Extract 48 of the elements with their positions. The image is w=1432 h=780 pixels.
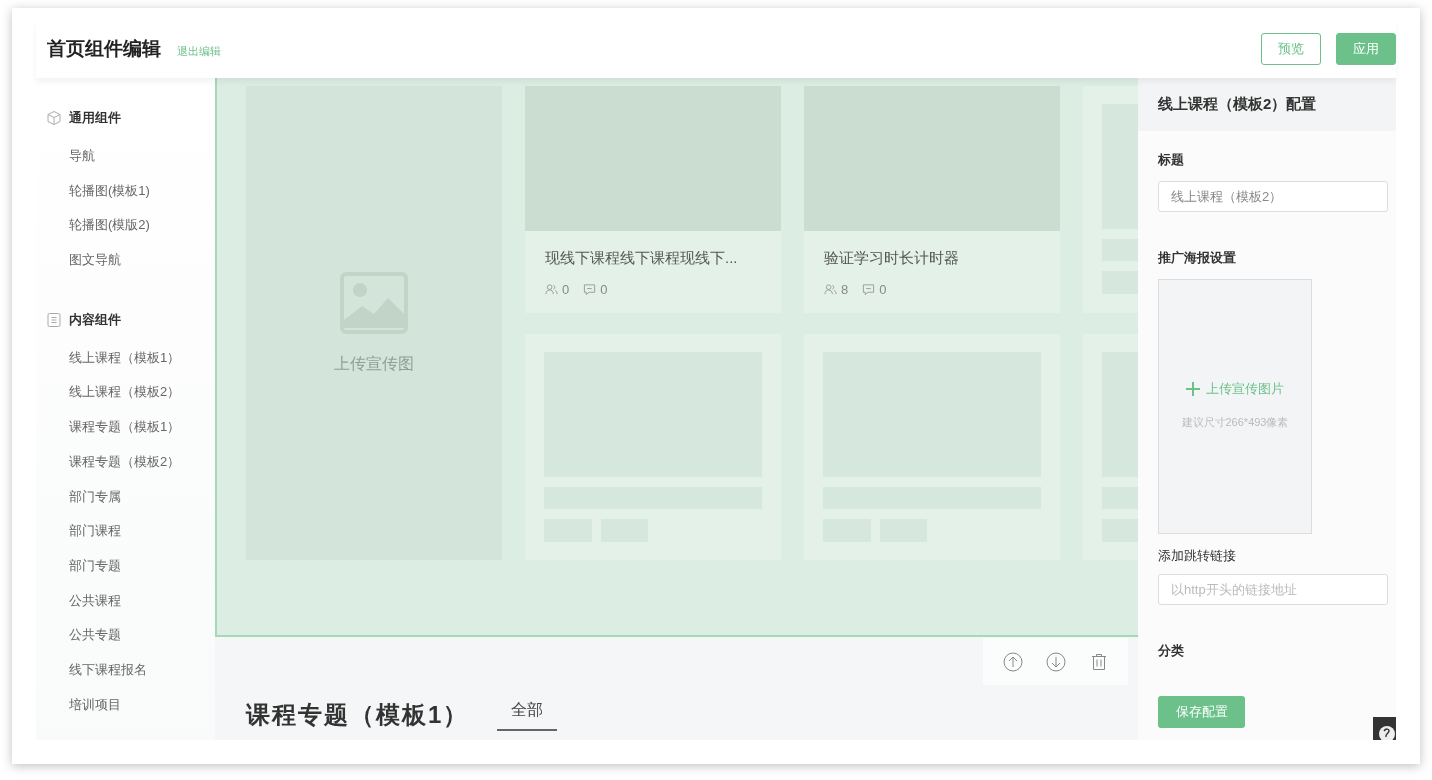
group-title: 通用组件 (69, 109, 121, 127)
users-icon (824, 283, 837, 296)
section-title: 课程专题（模板1） (246, 700, 470, 730)
learner-count: 0 (562, 282, 570, 297)
learner-count: 8 (841, 282, 849, 297)
comment-icon (862, 283, 876, 296)
component-item[interactable]: 线上课程（模板2） (36, 384, 215, 420)
course-card[interactable]: 验证学习时长计时器 8 0 (804, 86, 1060, 313)
course-title: 验证学习时长计时器 (824, 249, 960, 268)
component-item[interactable]: 图文导航 (36, 252, 215, 287)
course-card[interactable]: 现线下课程线下课程现线下... 0 0 (525, 86, 781, 313)
component-item[interactable]: 轮播图(模版2) (36, 217, 215, 253)
link-input[interactable]: 以http开头的链接地址 (1158, 574, 1388, 605)
field-label: 添加跳转链接 (1158, 547, 1237, 565)
field-label: 分类 (1158, 642, 1185, 660)
component-item[interactable]: 部门课程 (36, 523, 215, 558)
move-up-icon[interactable] (1002, 651, 1023, 672)
page-title: 首页组件编辑 (47, 37, 161, 61)
component-item[interactable]: 培训项目 (36, 696, 215, 732)
move-down-icon[interactable] (1045, 651, 1066, 672)
component-item[interactable]: 线下课程报名 (36, 661, 215, 697)
component-item[interactable]: 课程专题（模板1） (36, 419, 215, 454)
component-item[interactable]: 部门专题 (36, 557, 215, 593)
comment-icon (583, 283, 597, 296)
poster-label: 上传宣传图 (334, 353, 414, 374)
document-icon (46, 311, 62, 328)
component-item[interactable]: 课程专题（模板2） (36, 453, 215, 489)
field-label: 标题 (1158, 151, 1185, 169)
title-input[interactable]: 线上课程（模板2） (1158, 181, 1388, 212)
component-item[interactable]: 公共专题 (36, 627, 215, 662)
plus-icon (1186, 382, 1200, 396)
cube-icon (46, 110, 62, 126)
comment-count: 0 (879, 282, 887, 297)
group-title: 内容组件 (69, 310, 121, 329)
config-title: 线上课程（模板2）配置 (1138, 78, 1396, 131)
component-item[interactable]: 导航 (36, 148, 215, 183)
course-title: 现线下课程线下课程现线下... (545, 249, 739, 268)
component-item[interactable]: 部门专属 (36, 488, 215, 524)
upload-label: 上传宣传图片 (1206, 380, 1284, 398)
filter-tab[interactable]: 全部 (497, 700, 558, 731)
component-item[interactable]: 公共课程 (36, 592, 215, 628)
field-label: 推广海报设置 (1158, 249, 1237, 267)
users-icon (545, 283, 558, 296)
comment-count: 0 (600, 282, 608, 297)
component-item[interactable]: 轮播图(模板1) (36, 182, 215, 218)
logo-icon (1373, 717, 1396, 740)
selected-component[interactable]: 上传宣传图 现线下课程线下课程现线下... 0 0 验证学习时长计时器 8 0 (215, 78, 1138, 637)
component-item[interactable]: 线上课程（模板1） (36, 349, 215, 385)
